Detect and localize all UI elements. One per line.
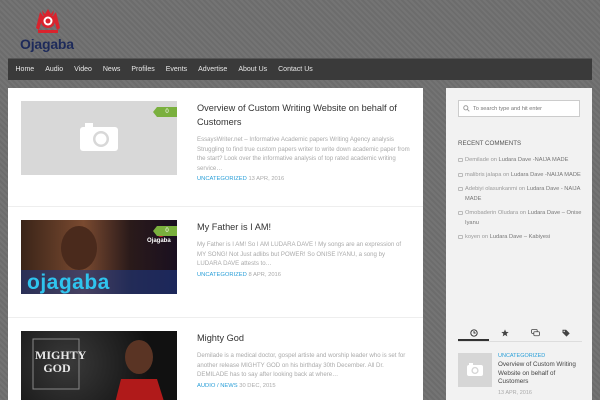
tab-post-category[interactable]: UNCATEGORIZED [498, 353, 582, 359]
nav-item-contact-us[interactable]: Contact Us [273, 59, 319, 81]
comment-bubble-icon [458, 211, 463, 215]
nav-item-profiles[interactable]: Profiles [126, 59, 160, 81]
comment-author: Demilade [465, 157, 490, 163]
post-title[interactable]: Mighty God [197, 331, 411, 345]
site-logo[interactable]: Ojagaba [18, 6, 78, 54]
post-divider [8, 206, 423, 207]
list-item: koyen on Ludara Dave – Kabiyesi [458, 233, 582, 243]
tab-recent[interactable] [458, 326, 489, 341]
search-box[interactable] [458, 100, 580, 117]
comment-count-badge[interactable]: 0 [153, 226, 177, 236]
comment-bubble-icon [458, 158, 463, 162]
logo-crest-icon [36, 9, 60, 33]
sidebar: RECENT COMMENTS Demilade on Ludara Dave … [446, 88, 592, 400]
post-excerpt: My Father is I AM! So I AM LUDARA DAVE !… [197, 241, 402, 267]
comment-on-text: on [502, 171, 510, 178]
comment-post-link[interactable]: Ludara Dave – Kabiyesi [490, 234, 550, 240]
post-list: 0 Overview of Custom Writing Website on … [8, 88, 423, 400]
list-item: Omobaderin Oludara on Ludara Dave – Onis… [458, 209, 582, 228]
star-icon [500, 329, 509, 337]
post-excerpt: Demilade is a medical doctor, gospel art… [197, 352, 406, 378]
post-category[interactable]: AUDIO / NEWS [197, 383, 238, 389]
post-title[interactable]: Overview of Custom Writing Website on be… [197, 101, 411, 129]
post-title[interactable]: My Father is I AM! [197, 220, 411, 234]
nav-item-events[interactable]: Events [160, 59, 192, 81]
tab-tags[interactable] [551, 326, 582, 341]
thumbnail-overlay-text: ojagaba [27, 271, 110, 294]
comment-count-badge[interactable]: 0 [153, 107, 177, 117]
post-category[interactable]: UNCATEGORIZED [197, 272, 247, 278]
tab-popular[interactable] [489, 326, 520, 341]
post-divider [8, 317, 423, 318]
tab-post-thumbnail[interactable] [458, 353, 492, 387]
camera-icon [467, 363, 483, 376]
sidebar-tabs [458, 326, 582, 342]
comment-on-text: on [519, 210, 527, 216]
comment-on-text: on [518, 186, 526, 192]
comment-post-link[interactable]: Ludara Dave -NAIJA MADE [511, 172, 581, 178]
comment-on-text: on [481, 234, 489, 240]
tab-post-body: UNCATEGORIZED Overview of Custom Writing… [498, 353, 582, 396]
post-date: 8 APR, 2016 [248, 271, 281, 278]
comment-bubble-icon [458, 187, 463, 191]
comments-icon [531, 329, 540, 337]
comment-author: Omobaderin Oludara [465, 210, 519, 216]
post-meta: UNCATEGORIZED 8 APR, 2016 [197, 272, 411, 278]
comment-count: 0 [165, 228, 169, 234]
nav-item-advertise[interactable]: Advertise [193, 59, 233, 81]
thumbnail-logo-text: Ojagaba [147, 238, 171, 244]
recent-comments-list: Demilade on Ludara Dave -NAIJA MADE mali… [458, 156, 582, 248]
nav-item-video[interactable]: Video [69, 59, 98, 81]
post-body: My Father is I AM! My Father is I AM! So… [197, 220, 411, 278]
comment-post-link[interactable]: Ludara Dave -NAIJA MADE [499, 157, 569, 163]
comment-count: 0 [165, 109, 169, 115]
tab-post-date: 13 APR, 2016 [498, 389, 532, 396]
post-category[interactable]: UNCATEGORIZED [197, 176, 247, 182]
thumbnail-overlay-text: MIGHTY GOD [35, 348, 87, 375]
nav-item-audio[interactable]: Audio [40, 59, 69, 81]
post-body: Overview of Custom Writing Website on be… [197, 101, 411, 182]
post-date: 30 DEC, 2015 [239, 382, 276, 389]
logo-text: Ojagaba [20, 36, 74, 52]
comment-bubble-icon [458, 235, 463, 239]
tab-post-title[interactable]: Overview of Custom Writing Website on be… [498, 361, 582, 387]
main-nav: Home Audio Video News Profiles Events Ad… [8, 58, 592, 80]
comment-author: Adebiyi olasunkanmi [465, 186, 518, 192]
search-input[interactable] [473, 105, 578, 112]
comment-bubble-icon [458, 172, 463, 177]
nav-item-home[interactable]: Home [10, 59, 40, 81]
site-header: Ojagaba [0, 0, 600, 58]
nav-item-news[interactable]: News [97, 59, 126, 81]
search-icon [463, 105, 470, 112]
post-thumbnail[interactable]: ojagaba Ojagaba 0 [21, 220, 177, 294]
post-thumbnail[interactable]: 0 [21, 101, 177, 175]
post-date: 13 APR, 2016 [248, 176, 285, 182]
list-item: malibris jalapa on Ludara Dave -NAIJA MA… [458, 171, 582, 181]
post-meta: UNCATEGORIZED 13 APR, 2016 [197, 176, 411, 182]
comment-author: koyen [465, 234, 481, 240]
clock-icon [469, 329, 478, 337]
tab-comments[interactable] [520, 326, 551, 341]
post-meta: AUDIO / NEWS 30 DEC, 2015 [197, 383, 411, 389]
post-excerpt: EssaysWriter.net – Informative Academic … [197, 136, 410, 172]
post-body: Mighty God Demilade is a medical doctor,… [197, 331, 411, 389]
recent-comments-title: RECENT COMMENTS [458, 140, 522, 147]
comment-on-text: on [490, 157, 497, 163]
list-item: Demilade on Ludara Dave -NAIJA MADE [458, 156, 582, 166]
nav-item-about-us[interactable]: About Us [233, 59, 273, 81]
tags-icon [562, 329, 570, 337]
list-item: Adebiyi olasunkanmi on Ludara Dave - NAI… [458, 185, 582, 204]
post-thumbnail[interactable]: MIGHTY GOD [21, 331, 177, 400]
comment-author: malibris jalapa [465, 171, 502, 178]
